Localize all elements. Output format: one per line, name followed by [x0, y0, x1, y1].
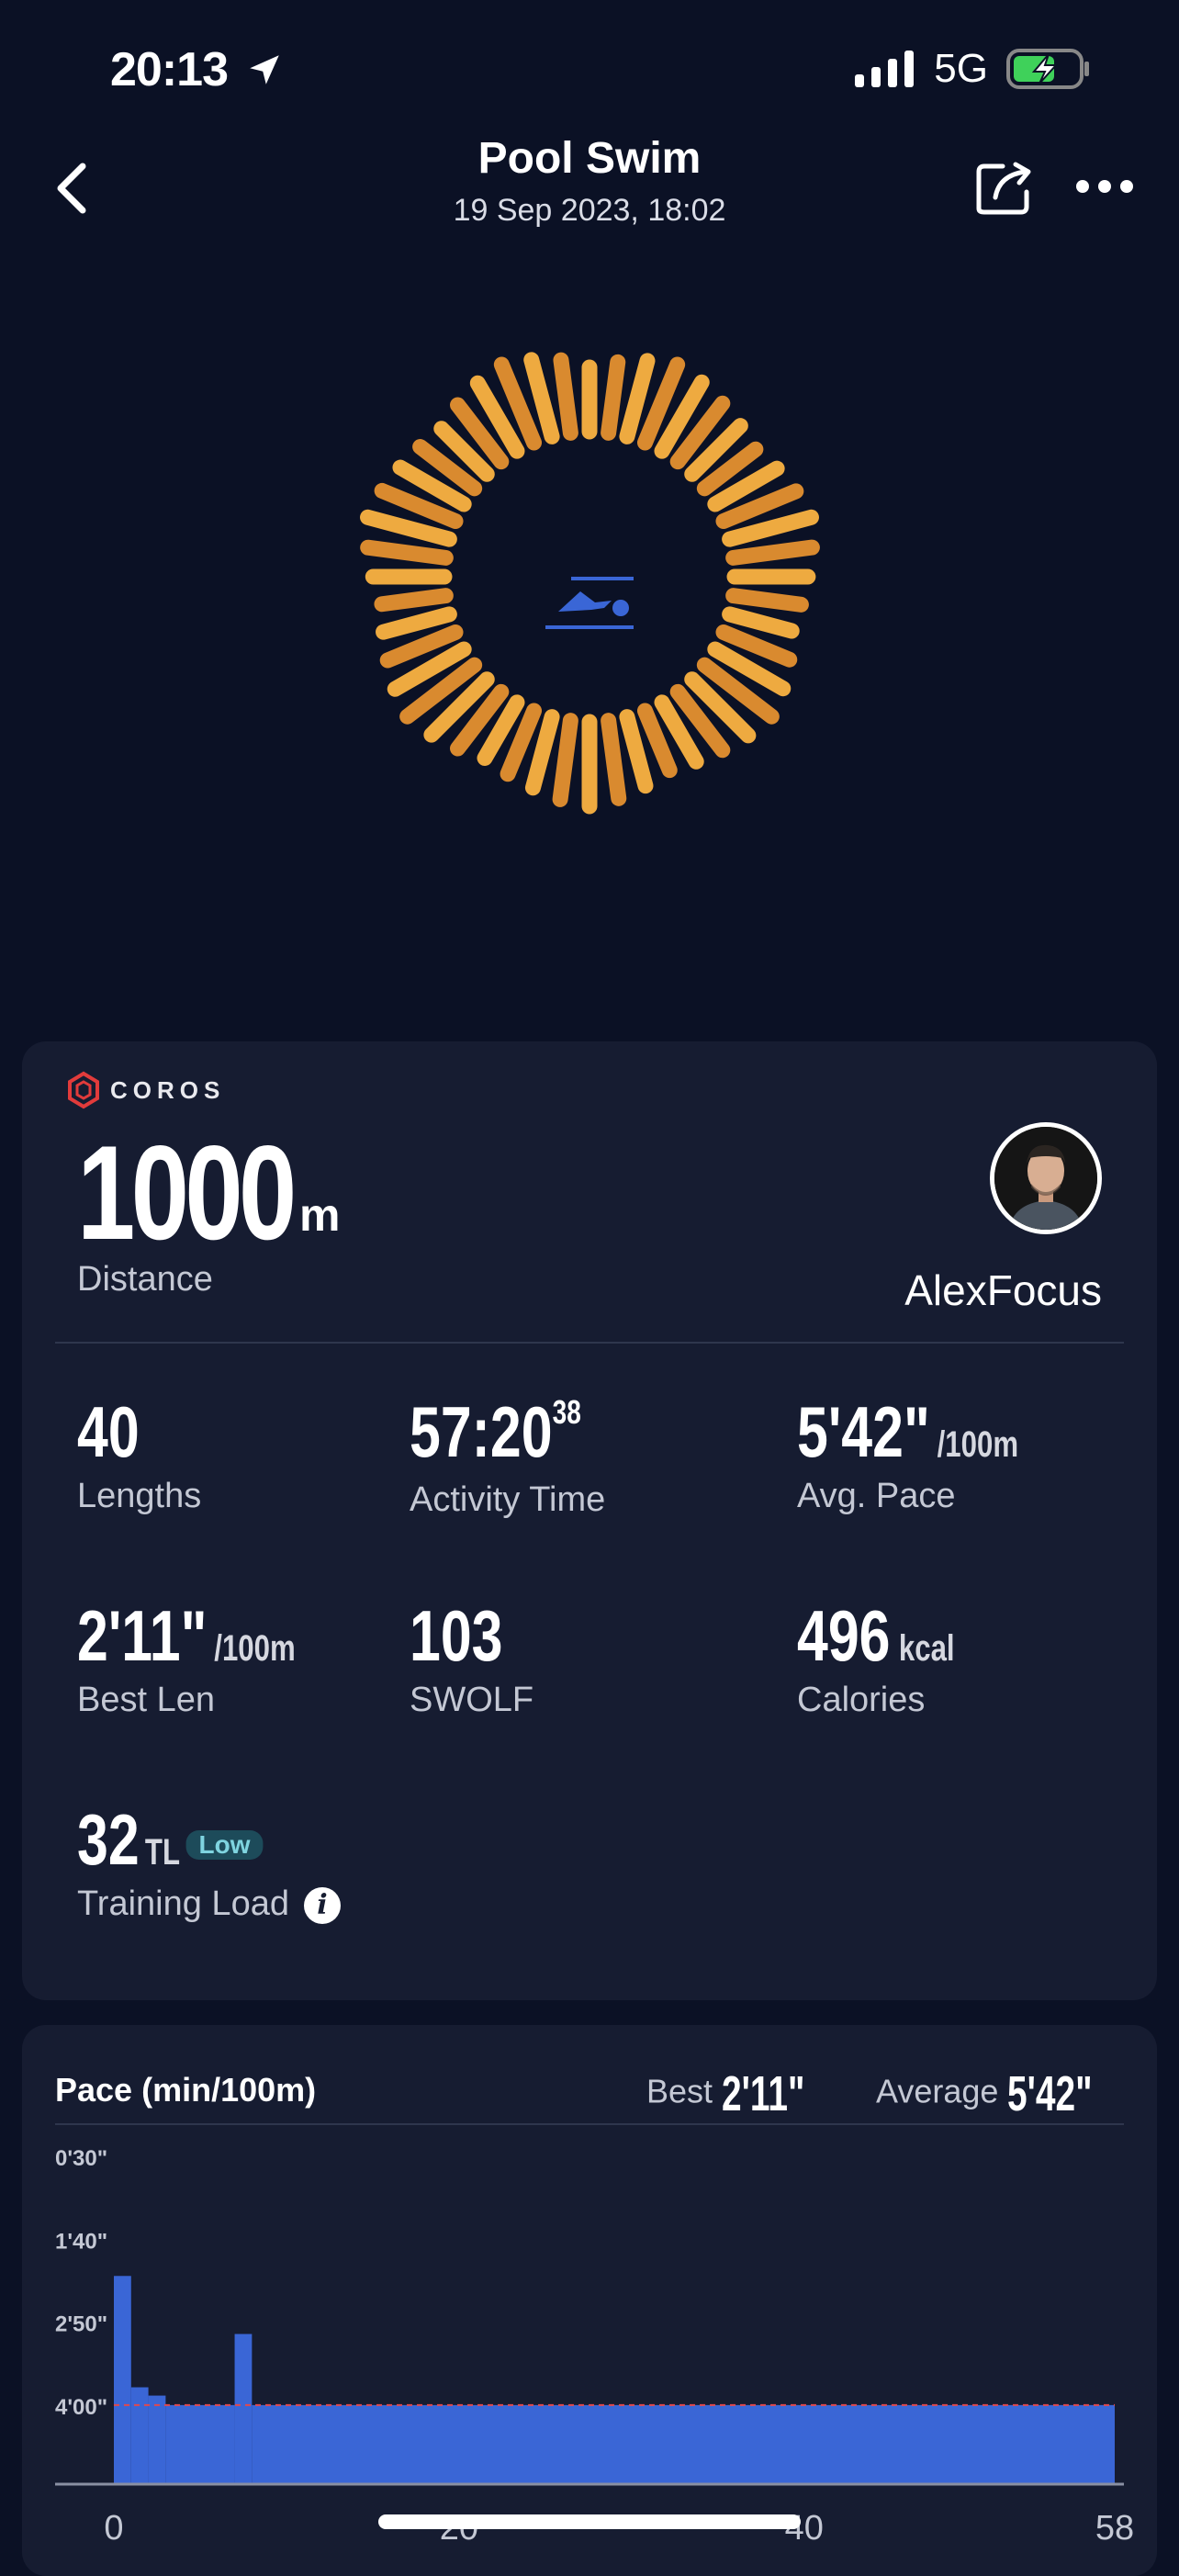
metric-swolf: 103 SWOLF: [410, 1600, 533, 1720]
ring-ray: [722, 606, 800, 639]
ring-ray: [619, 709, 654, 794]
activity-time-seconds: 38: [552, 1393, 581, 1431]
avg-pace-value: 5'42": [797, 1391, 930, 1472]
activity-ring: [360, 352, 820, 815]
training-load-value: 32: [77, 1799, 140, 1880]
metric-calories: 496 kcal Calories: [797, 1600, 999, 1720]
brand-name: COROS: [110, 1075, 226, 1104]
coros-logo-icon: [68, 1071, 99, 1109]
pace-bar: [165, 2404, 235, 2484]
metric-training-load: 32 TL Low Training Load i: [77, 1804, 341, 1924]
avg-pace-unit: /100m: [937, 1424, 1019, 1465]
pace-chart: 0'30"1'40"2'50"4'00"0204058: [55, 2123, 1134, 2548]
x-tick-label: 58: [1095, 2509, 1134, 2548]
training-load-unit: TL: [144, 1832, 181, 1873]
ring-ray: [725, 588, 809, 613]
pace-bar: [148, 2395, 166, 2484]
ring-ray: [601, 713, 627, 806]
username: AlexFocus: [904, 1266, 1102, 1314]
ring-ray: [524, 709, 560, 796]
ring-ray: [374, 588, 454, 613]
info-icon[interactable]: i: [303, 1886, 341, 1924]
swolf-value: 103: [410, 1595, 503, 1676]
pace-bar: [252, 2404, 1115, 2484]
ring-ray: [376, 606, 457, 640]
network-type: 5G: [934, 46, 988, 91]
battery-charging-icon: [1006, 49, 1089, 89]
avg-pace-label: Avg. Pace: [797, 1477, 956, 1515]
lengths-label: Lengths: [77, 1477, 202, 1515]
distance-label: Distance: [77, 1260, 213, 1299]
y-tick-label: 2'50": [55, 2312, 107, 2337]
ring-ray: [725, 539, 820, 566]
pace-bar: [234, 2334, 253, 2484]
signal-icon: [855, 51, 915, 87]
calories-value: 496: [797, 1595, 891, 1676]
pace-bar: [114, 2276, 131, 2484]
status-time: 20:13: [110, 42, 284, 97]
home-indicator: [378, 2514, 801, 2529]
y-tick-label: 4'00": [55, 2395, 107, 2420]
metric-lengths: 40 Lengths: [77, 1396, 201, 1516]
ring-ray: [552, 713, 578, 807]
metric-activity-time: 57:2038 Activity Time: [410, 1396, 630, 1520]
summary-card: COROS 1000 m Distance AlexFocus 40 Lengt…: [22, 1041, 1157, 2000]
metric-avg-pace: 5'42"/100m Avg. Pace: [797, 1396, 1081, 1516]
best-len-value: 2'11": [77, 1595, 208, 1676]
pace-bar: [130, 2387, 149, 2484]
more-options-icon[interactable]: [1076, 180, 1133, 193]
training-load-badge: Low: [185, 1830, 264, 1861]
calories-label: Calories: [797, 1681, 926, 1719]
x-tick-label: 0: [104, 2509, 123, 2548]
ring-ray: [553, 352, 578, 441]
ring-ray: [360, 539, 454, 566]
ring-ray: [601, 354, 626, 441]
y-tick-label: 1'40": [55, 2229, 107, 2254]
metric-best-len: 2'11"/100m Best Len: [77, 1600, 357, 1720]
best-len-label: Best Len: [77, 1681, 215, 1719]
location-arrow-icon: [250, 55, 280, 84]
lengths-value: 40: [77, 1391, 140, 1472]
pace-chart-card: Pace (min/100m) Best 2'11" Average 5'42"…: [22, 2025, 1157, 2576]
distance-value: 1000: [77, 1118, 297, 1267]
avatar[interactable]: [990, 1122, 1102, 1234]
activity-time-value: 57:20: [410, 1391, 553, 1472]
activity-time-label: Activity Time: [410, 1480, 606, 1519]
brand-logo: COROS: [66, 1071, 225, 1109]
share-icon[interactable]: [975, 161, 1038, 216]
calories-unit: kcal: [898, 1628, 955, 1669]
divider: [55, 1342, 1124, 1344]
training-load-label: Training Load: [77, 1884, 289, 1923]
swolf-label: SWOLF: [410, 1681, 534, 1719]
best-len-unit: /100m: [214, 1628, 296, 1669]
swimmer-icon: [545, 576, 634, 629]
y-tick-label: 0'30": [55, 2146, 107, 2171]
status-indicators: 5G: [855, 46, 1091, 92]
distance-unit: m: [299, 1189, 341, 1241]
